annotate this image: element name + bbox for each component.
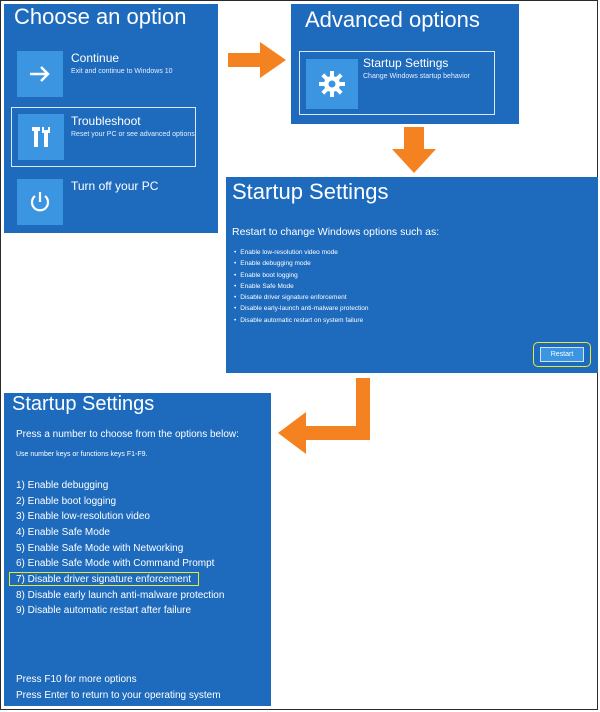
- option-4[interactable]: 4) Enable Safe Mode: [16, 527, 110, 538]
- option-5[interactable]: 5) Enable Safe Mode with Networking: [16, 543, 183, 554]
- tile-description: Exit and continue to Windows 10: [71, 68, 173, 75]
- startup-settings-tile[interactable]: Startup Settings Change Windows startup …: [299, 51, 495, 115]
- panel-subtitle: Restart to change Windows options such a…: [232, 226, 440, 238]
- list-item: Disable automatic restart on system fail…: [234, 315, 369, 326]
- tile-label: Continue: [71, 51, 120, 65]
- list-item: Enable low-resolution video mode: [234, 247, 369, 258]
- turn-off-tile[interactable]: Turn off your PC: [14, 176, 204, 228]
- startup-settings-restart-panel: Startup Settings Restart to change Windo…: [226, 177, 598, 373]
- list-item: Enable Safe Mode: [234, 281, 369, 292]
- panel-title: Startup Settings: [12, 393, 155, 415]
- gear-icon: [306, 59, 358, 109]
- option-2[interactable]: 2) Enable boot logging: [16, 496, 116, 507]
- panel-title: Choose an option: [14, 4, 187, 29]
- continue-tile[interactable]: Continue Exit and continue to Windows 10: [14, 48, 204, 100]
- flow-arrow-down-icon: [392, 127, 436, 173]
- startup-settings-options-panel: Startup Settings Press a number to choos…: [4, 393, 271, 706]
- tile-description: Reset your PC or see advanced options: [71, 131, 195, 138]
- tile-description: Change Windows startup behavior: [363, 73, 471, 80]
- restart-button[interactable]: Restart: [540, 347, 584, 362]
- list-item: Enable debugging mode: [234, 258, 369, 269]
- list-item: Disable driver signature enforcement: [234, 292, 369, 303]
- prompt-text: Press a number to choose from the option…: [16, 429, 239, 440]
- arrow-right-icon: [17, 51, 63, 97]
- list-item: Disable early-launch anti-malware protec…: [234, 303, 368, 314]
- option-8[interactable]: 8) Disable early launch anti-malware pro…: [16, 590, 224, 601]
- option-1[interactable]: 1) Enable debugging: [16, 480, 108, 491]
- hint-text: Use number keys or functions keys F1-F9.: [16, 451, 148, 458]
- option-7-highlight: [9, 572, 199, 586]
- option-3[interactable]: 3) Enable low-resolution video: [16, 511, 150, 522]
- flow-arrow-left-icon: [278, 378, 370, 454]
- tile-label: Startup Settings: [363, 56, 449, 70]
- tile-label: Troubleshoot: [71, 114, 141, 128]
- panel-title: Startup Settings: [232, 179, 389, 204]
- troubleshoot-tile[interactable]: Troubleshoot Reset your PC or see advanc…: [11, 107, 196, 167]
- option-6[interactable]: 6) Enable Safe Mode with Command Prompt: [16, 558, 214, 569]
- flow-arrow-right-icon: [228, 42, 286, 78]
- power-icon: [17, 179, 63, 225]
- advanced-options-panel: Advanced options Startup Settings Change: [291, 4, 519, 124]
- tile-label: Turn off your PC: [71, 179, 159, 193]
- tools-icon: [18, 114, 64, 160]
- list-item: Enable boot logging: [234, 270, 369, 281]
- panel-title: Advanced options: [305, 7, 480, 32]
- footer-return: Press Enter to return to your operating …: [16, 690, 221, 701]
- option-9[interactable]: 9) Disable automatic restart after failu…: [16, 605, 191, 616]
- choose-option-panel: Choose an option Continue Exit and conti…: [4, 4, 218, 233]
- footer-more-options: Press F10 for more options: [16, 674, 137, 685]
- options-list: Enable low-resolution video mode Enable …: [234, 247, 369, 326]
